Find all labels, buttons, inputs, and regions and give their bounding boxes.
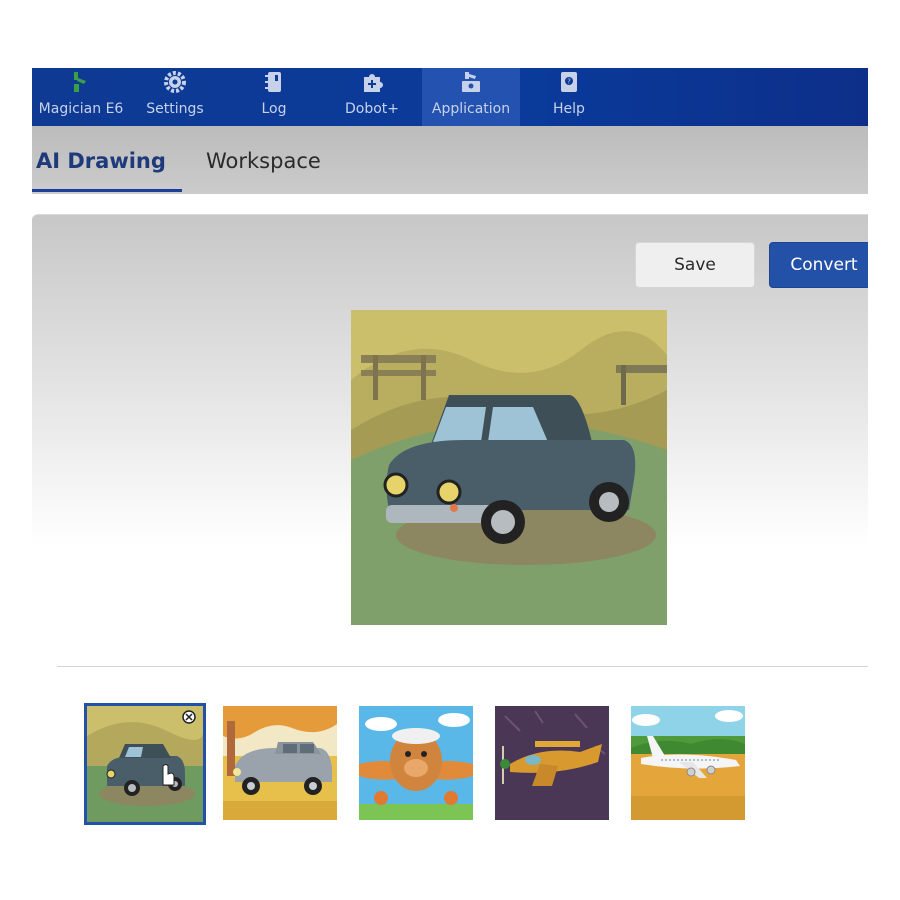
nav-label: Application: [431, 101, 511, 117]
nav-item-dobot-plus[interactable]: Dobot+: [323, 68, 421, 126]
ai-drawing-panel: Save Convert: [32, 214, 868, 832]
preview-image: [351, 310, 671, 625]
nav-label: Dobot+: [344, 101, 400, 117]
nav-item-log[interactable]: Log: [225, 68, 323, 126]
application-icon: [462, 72, 480, 92]
app-window: Magician E6 Settings Log Dobot+ Applicat…: [32, 68, 868, 832]
help-book-icon: ?: [561, 72, 577, 92]
nav-item-help[interactable]: ? Help: [520, 68, 618, 126]
svg-text:?: ?: [567, 78, 571, 86]
save-button[interactable]: Save: [635, 242, 755, 288]
notebook-icon: [265, 72, 281, 92]
nav-item-magician-e6[interactable]: Magician E6: [32, 68, 130, 126]
gallery-thumbnail-airliner[interactable]: [631, 706, 745, 820]
gallery-thumbnail-car-silver[interactable]: [223, 706, 337, 820]
gallery-thumbnail-car-blue[interactable]: [84, 703, 206, 825]
top-nav-bar: Magician E6 Settings Log Dobot+ Applicat…: [32, 68, 868, 126]
nav-item-application[interactable]: Application: [422, 68, 520, 126]
tab-bar: AI Drawing Workspace: [32, 126, 868, 194]
puzzle-plus-icon: [364, 74, 383, 92]
gear-icon: [164, 71, 186, 93]
tab-ai-drawing[interactable]: AI Drawing: [36, 148, 166, 174]
gallery-thumbnail-orange-airplane[interactable]: [495, 706, 609, 820]
nav-label: Help: [553, 101, 585, 117]
active-tab-indicator: [32, 189, 182, 192]
convert-button[interactable]: Convert: [769, 242, 868, 288]
gallery-divider: [57, 666, 868, 667]
nav-item-settings[interactable]: Settings: [126, 68, 224, 126]
gallery-thumbnail-cute-airplane[interactable]: [359, 706, 473, 820]
tab-workspace[interactable]: Workspace: [206, 148, 321, 174]
nav-label: Settings: [146, 101, 204, 117]
nav-label: Log: [261, 101, 287, 117]
nav-label: Magician E6: [38, 101, 124, 117]
robot-arm-icon: [74, 72, 86, 92]
